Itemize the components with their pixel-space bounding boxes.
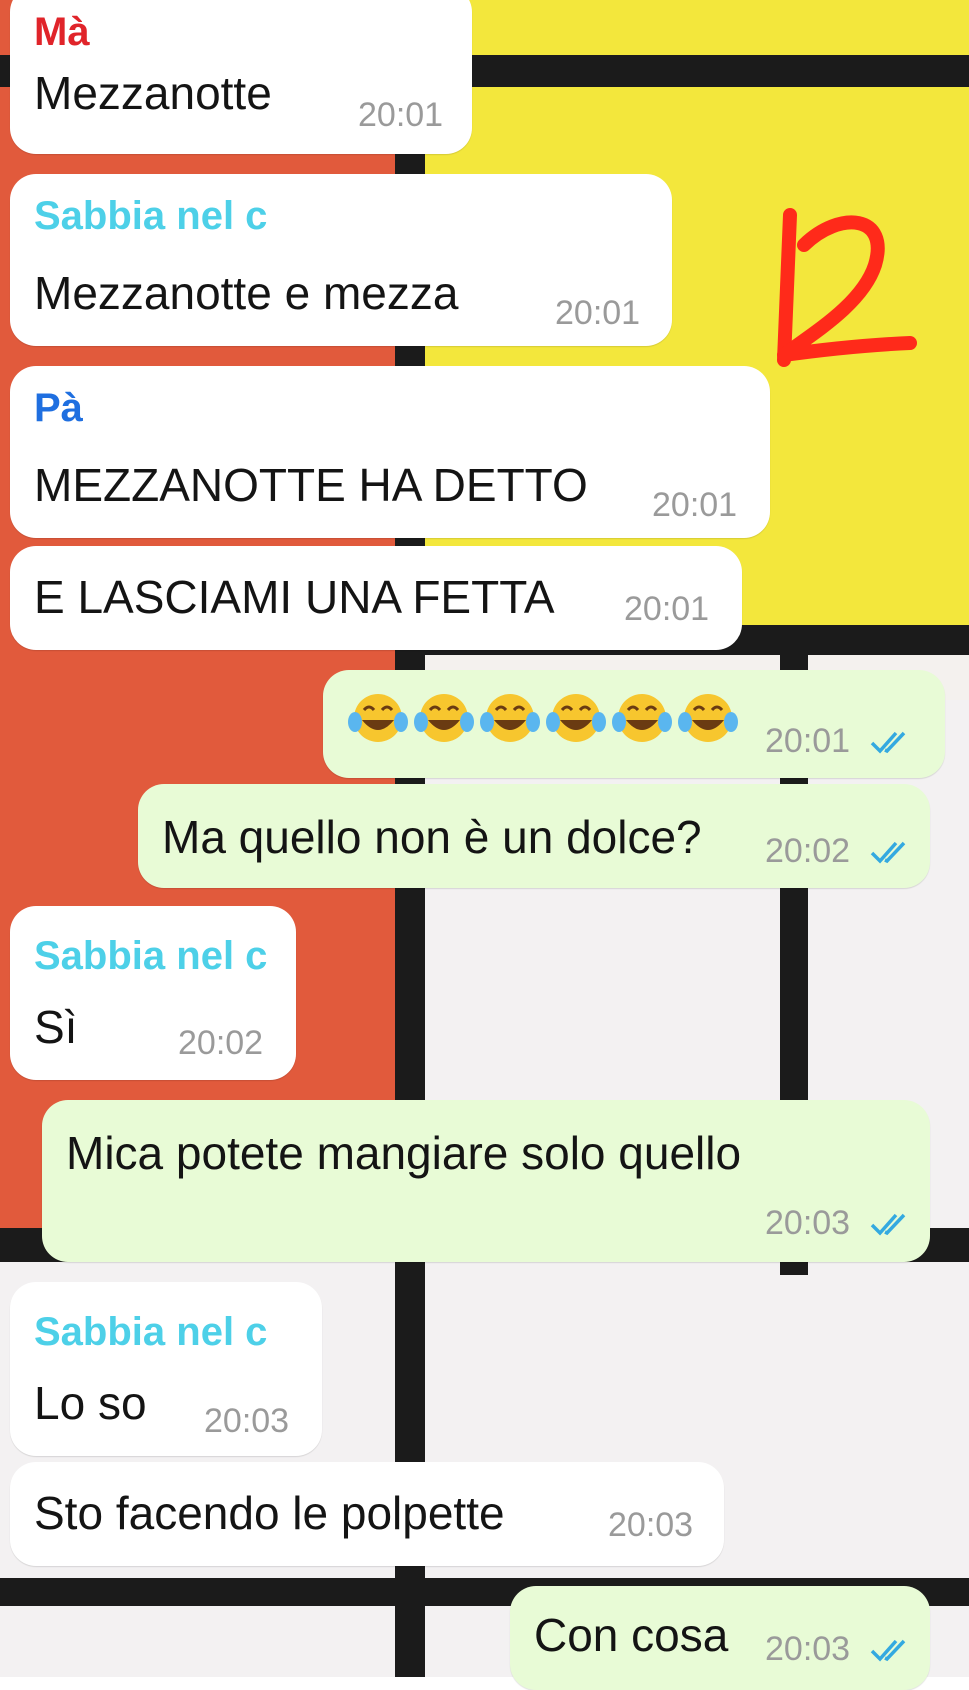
face-with-tears-of-joy-icon xyxy=(612,694,672,742)
message-text: Mezzanotte e mezza xyxy=(34,267,459,319)
sender-name: Pà xyxy=(34,386,83,430)
face-with-tears-of-joy-icon xyxy=(678,694,738,742)
message-text: Mica potete mangiare solo quello xyxy=(66,1127,742,1179)
sender-name: Sabbia nel c xyxy=(34,934,268,978)
message-time: 20:01 xyxy=(765,722,851,760)
message-text: Con cosa xyxy=(534,1609,729,1661)
face-with-tears-of-joy-icon xyxy=(546,694,606,742)
double-check-read-icon xyxy=(870,841,906,864)
message-bubble[interactable]: Sabbia nel c Sì 20:02 xyxy=(10,906,296,1080)
message-text: MEZZANOTTE HA DETTO xyxy=(34,459,588,511)
message-text: Lo so xyxy=(34,1377,147,1429)
message-bubble[interactable]: Sabbia nel c Lo so 20:03 xyxy=(10,1282,322,1456)
double-check-read-icon xyxy=(870,1639,906,1662)
emoji-row xyxy=(347,690,739,746)
message-text: E LASCIAMI UNA FETTA xyxy=(34,571,555,623)
message-text: Mezzanotte xyxy=(34,67,272,119)
message-time: 20:03 xyxy=(608,1506,694,1544)
sender-name: Sabbia nel c xyxy=(34,1310,268,1354)
message-time: 20:01 xyxy=(555,294,641,332)
message-bubble[interactable]: Ma quello non è un dolce? 20:02 xyxy=(138,784,930,888)
double-check-read-icon xyxy=(870,731,906,754)
chat-thread[interactable]: Mà Mezzanotte 20:01 Sabbia nel c Mezzano… xyxy=(0,0,969,1690)
message-bubble[interactable]: 20:01 xyxy=(323,670,945,778)
message-bubble[interactable]: Con cosa 20:03 xyxy=(510,1586,930,1690)
message-time: 20:01 xyxy=(358,96,444,134)
message-text: Sì xyxy=(34,1001,78,1053)
message-bubble[interactable]: Pà MEZZANOTTE HA DETTO 20:01 xyxy=(10,366,770,538)
message-time: 20:02 xyxy=(178,1024,264,1062)
message-bubble[interactable]: Mà Mezzanotte 20:01 xyxy=(10,0,472,154)
sender-name: Mà xyxy=(34,10,90,54)
message-bubble[interactable]: Sabbia nel c Mezzanotte e mezza 20:01 xyxy=(10,174,672,346)
message-bubble[interactable]: E LASCIAMI UNA FETTA 20:01 xyxy=(10,546,742,650)
face-with-tears-of-joy-icon xyxy=(414,694,474,742)
message-time: 20:03 xyxy=(204,1402,290,1440)
double-check-read-icon xyxy=(870,1213,906,1236)
face-with-tears-of-joy-icon xyxy=(480,694,540,742)
message-time: 20:03 xyxy=(765,1204,851,1242)
message-time: 20:01 xyxy=(624,590,710,628)
sender-name: Sabbia nel c xyxy=(34,194,268,238)
message-bubble[interactable]: Mica potete mangiare solo quello 20:03 xyxy=(42,1100,930,1262)
message-text: Sto facendo le polpette xyxy=(34,1487,505,1539)
message-text: Ma quello non è un dolce? xyxy=(162,811,702,863)
message-time: 20:02 xyxy=(765,832,851,870)
message-bubble[interactable]: Sto facendo le polpette 20:03 xyxy=(10,1462,724,1566)
message-time: 20:01 xyxy=(652,486,738,524)
message-time: 20:03 xyxy=(765,1630,851,1668)
face-with-tears-of-joy-icon xyxy=(348,694,408,742)
